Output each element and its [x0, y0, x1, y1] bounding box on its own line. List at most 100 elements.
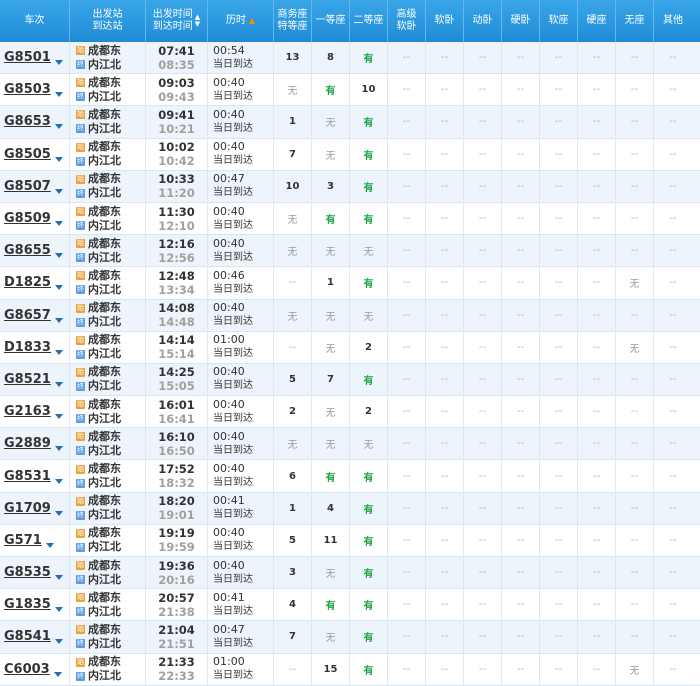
seat-cell-hard-sleeper: -- [502, 299, 540, 331]
arrival-time: 10:21 [158, 121, 195, 136]
train-number-link[interactable]: G8509 [4, 211, 51, 226]
chevron-down-icon[interactable] [54, 446, 63, 452]
duration-time: 00:54 [213, 43, 245, 57]
seat-availability: -- [440, 180, 449, 192]
chevron-down-icon[interactable] [54, 253, 63, 259]
chevron-down-icon[interactable] [54, 381, 63, 387]
seat-cell-other: -- [654, 364, 692, 395]
train-number-link[interactable]: G571 [4, 533, 42, 548]
seat-cell-hard-sleeper: -- [502, 106, 540, 138]
train-number-link[interactable]: D1833 [4, 340, 51, 355]
seat-availability: -- [516, 438, 525, 450]
seat-cell-hard-seat: -- [578, 42, 616, 74]
seat-cell-no-seat: -- [616, 235, 654, 267]
seat-cell-hard-seat: -- [578, 299, 616, 331]
seat-cell-first: 7 [312, 363, 350, 396]
train-number-link[interactable]: G8655 [4, 243, 51, 258]
arrival-day: 当日到达 [213, 637, 253, 649]
seat-cell-other: -- [654, 203, 692, 234]
chevron-down-icon[interactable] [54, 285, 63, 291]
train-number-link[interactable]: G8531 [4, 469, 51, 484]
chevron-down-icon[interactable] [54, 575, 63, 581]
seat-cell-second: 有 [350, 492, 388, 524]
seat-availability: -- [440, 534, 449, 546]
seat-availability: -- [478, 567, 487, 579]
chevron-down-icon[interactable] [54, 349, 63, 355]
train-number-link[interactable]: G8657 [4, 308, 51, 323]
train-number-link[interactable]: G8507 [4, 179, 51, 194]
seat-availability: 10 [285, 180, 300, 192]
seat-cell-first: 有 [312, 460, 350, 492]
stations-cell: 始成都东终内江北 [70, 74, 146, 106]
chevron-down-icon[interactable] [54, 317, 63, 323]
header-duration[interactable]: 历时 ▲ [208, 0, 274, 42]
train-number-link[interactable]: G8501 [4, 50, 51, 65]
train-cell: G8521 [0, 363, 70, 396]
seat-cell-second: 有 [350, 557, 388, 589]
chevron-down-icon[interactable] [54, 60, 63, 66]
chevron-down-icon[interactable] [54, 414, 63, 420]
seat-cell-other: -- [654, 621, 692, 652]
chevron-down-icon[interactable] [54, 92, 63, 98]
end-station-icon: 终 [76, 188, 85, 198]
departure-time: 17:52 [158, 462, 195, 477]
from-station-name: 成都东 [88, 333, 121, 347]
seat-cell-hard-sleeper: -- [502, 492, 540, 524]
to-station-name: 内江北 [88, 315, 121, 329]
departure-time: 14:25 [158, 365, 195, 380]
duration-time: 00:40 [213, 301, 245, 315]
chevron-down-icon[interactable] [54, 510, 63, 516]
departure-time: 19:19 [158, 526, 195, 541]
chevron-down-icon[interactable] [54, 188, 63, 194]
chevron-down-icon[interactable] [54, 221, 63, 227]
departure-time: 12:48 [158, 268, 195, 283]
sort-arrows-icon[interactable]: ▲ ▼ [195, 14, 200, 28]
header-times[interactable]: 出发时间 到达时间 ▲ ▼ [146, 0, 208, 42]
seat-cell-motion-sleeper: -- [464, 42, 502, 74]
seat-availability: -- [592, 534, 601, 546]
chevron-down-icon[interactable] [45, 542, 54, 548]
seat-availability: -- [630, 116, 639, 128]
duration-cell: 00:40 当日到达 [208, 396, 274, 428]
train-number-link[interactable]: G8521 [4, 372, 51, 387]
seat-availability: 2 [289, 406, 296, 418]
train-number-link[interactable]: G8505 [4, 147, 51, 162]
seat-cell-other: -- [654, 106, 692, 137]
seat-availability: 7 [289, 148, 296, 160]
seat-availability: 1 [289, 502, 296, 514]
seat-availability: -- [669, 534, 677, 546]
train-number-link[interactable]: G1709 [4, 501, 51, 516]
chevron-down-icon[interactable] [54, 478, 63, 484]
chevron-down-icon[interactable] [54, 124, 63, 130]
train-number-link[interactable]: C6003 [4, 662, 50, 677]
seat-availability: -- [669, 277, 677, 289]
seat-availability: -- [440, 84, 449, 96]
chevron-down-icon[interactable] [53, 671, 62, 677]
from-station: 始成都东 [76, 237, 121, 251]
train-number-link[interactable]: G8653 [4, 114, 51, 129]
train-number-link[interactable]: G2163 [4, 404, 51, 419]
train-number-link[interactable]: G8535 [4, 565, 51, 580]
seat-availability: -- [669, 567, 677, 579]
seat-cell-motion-sleeper: -- [464, 653, 502, 685]
to-station: 终内江北 [76, 347, 121, 361]
train-number-link[interactable]: G8503 [4, 82, 51, 97]
seat-cell-motion-sleeper: -- [464, 492, 502, 524]
train-number-link[interactable]: G8541 [4, 629, 51, 644]
train-number-link[interactable]: G2889 [4, 436, 51, 451]
train-number-link[interactable]: G1835 [4, 597, 51, 612]
train-number-link[interactable]: D1825 [4, 275, 51, 290]
seat-availability: -- [440, 148, 449, 160]
sort-up-icon[interactable]: ▲ [249, 15, 255, 27]
table-row: G571 始成都东终内江北 19:19 19:59 00:40 当日到达 5 11 有 -- -- -… [0, 524, 700, 557]
chevron-down-icon[interactable] [54, 607, 63, 613]
arrival-time: 14:48 [158, 315, 195, 330]
seat-availability: -- [402, 84, 411, 96]
chevron-down-icon[interactable] [54, 639, 63, 645]
header-business: 商务座 特等座 [274, 0, 312, 42]
seat-availability: -- [516, 277, 525, 289]
chevron-down-icon[interactable] [54, 156, 63, 162]
seat-cell-premium-sleeper: -- [388, 524, 426, 556]
seat-cell-soft-sleeper: -- [426, 363, 464, 396]
duration-cell: 00:40 当日到达 [208, 428, 274, 460]
